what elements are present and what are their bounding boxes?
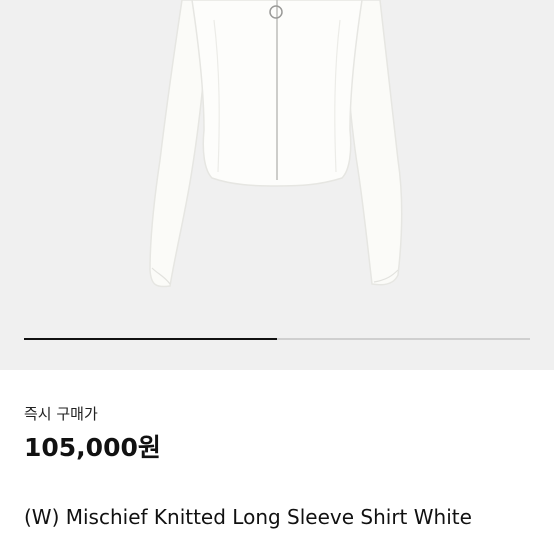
garment-illustration [149,0,403,288]
price: 105,000원 [24,433,161,462]
product-detail-page: 즉시 구매가 105,000원 (W) Mischief Knitted Lon… [0,0,554,554]
product-image[interactable] [0,0,554,370]
gallery-progress-fill [24,338,277,340]
product-title: (W) Mischief Knitted Long Sleeve Shirt W… [24,505,472,529]
gallery-progress-track [24,338,530,340]
price-label: 즉시 구매가 [24,405,98,423]
